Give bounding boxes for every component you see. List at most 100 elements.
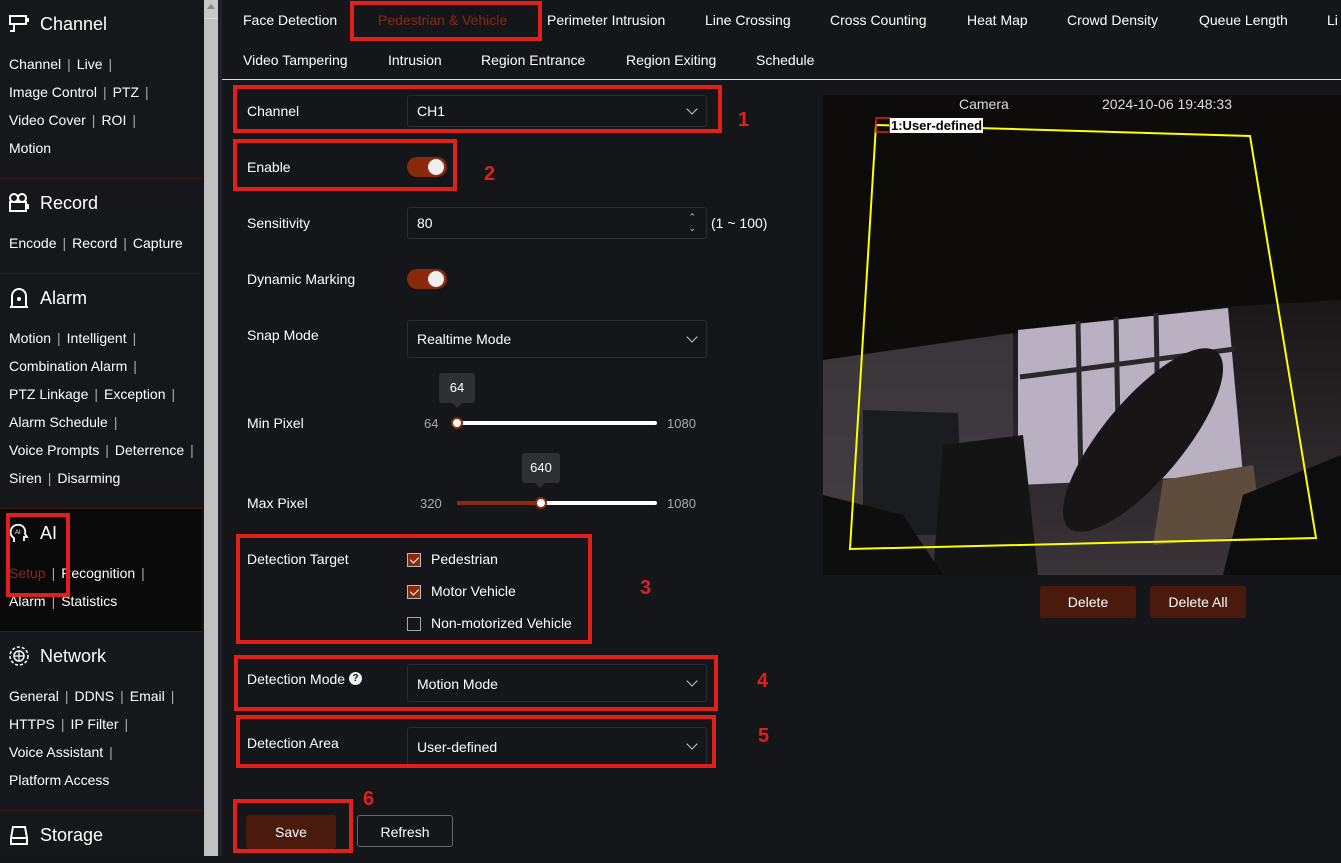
sidebar-section-title[interactable]: AI [40, 523, 57, 544]
min-pixel-label: Min Pixel [247, 415, 304, 431]
tab-region-exiting[interactable]: Region Exiting [626, 52, 716, 68]
save-button[interactable]: Save [246, 815, 336, 849]
sidebar-link-ptz-linkage[interactable]: PTZ Linkage [9, 386, 88, 402]
refresh-button[interactable]: Refresh [357, 815, 453, 847]
sidebar-link-deterrence[interactable]: Deterrence [115, 442, 184, 458]
detection-area-select[interactable]: User-defined [407, 727, 707, 765]
motor-vehicle-checkbox[interactable] [407, 585, 421, 599]
tab-line-crossing[interactable]: Line Crossing [705, 12, 791, 28]
tab-crowd-density[interactable]: Crowd Density [1067, 12, 1158, 28]
sidebar-link-live[interactable]: Live [77, 56, 103, 72]
detection-area-value: User-defined [417, 739, 498, 755]
annotation-number: 5 [758, 725, 770, 747]
tab-intrusion[interactable]: Intrusion [388, 52, 442, 68]
sidebar-link-alarm[interactable]: Alarm [9, 593, 46, 609]
sidebar-link-roi[interactable]: ROI [101, 112, 126, 128]
sidebar-link-https[interactable]: HTTPS [9, 716, 55, 732]
min-pixel-track[interactable] [457, 421, 657, 425]
sidebar-section-title[interactable]: Network [40, 646, 106, 667]
tab-line-truncated[interactable]: Li [1327, 12, 1338, 28]
tab-face-detection[interactable]: Face Detection [243, 12, 337, 28]
scrollbar-thumb[interactable] [204, 18, 218, 856]
sidebar-link-intelligent[interactable]: Intelligent [67, 330, 127, 346]
pedestrian-label[interactable]: Pedestrian [431, 551, 498, 567]
max-pixel-min: 320 [420, 496, 442, 511]
sidebar-link-motion[interactable]: Motion [9, 330, 51, 346]
sidebar-link-alarm-schedule[interactable]: Alarm Schedule [9, 414, 108, 430]
sensitivity-input[interactable]: 80 ⌃ ⌄ [407, 207, 707, 239]
sidebar-link-motion[interactable]: Motion [9, 140, 51, 156]
sidebar-link-disarming[interactable]: Disarming [57, 470, 120, 486]
snap-mode-select[interactable]: Realtime Mode [407, 320, 707, 358]
sidebar-link-channel[interactable]: Channel [9, 56, 61, 72]
sidebar-link-ddns[interactable]: DDNS [74, 688, 114, 704]
sidebar-link-statistics[interactable]: Statistics [61, 593, 117, 609]
tab-heat-map[interactable]: Heat Map [967, 12, 1028, 28]
sidebar-link-voice-assistant[interactable]: Voice Assistant [9, 744, 103, 760]
stepper-arrows-icon[interactable]: ⌃ ⌄ [688, 208, 696, 234]
sidebar-link-video-cover[interactable]: Video Cover [9, 112, 86, 128]
camera-preview[interactable]: Camera 2024-10-06 19:48:33 1:User-define… [823, 95, 1341, 575]
tab-video-tampering[interactable]: Video Tampering [243, 52, 348, 68]
max-pixel-track[interactable] [457, 501, 657, 505]
sidebar-section-title[interactable]: Storage [40, 825, 103, 846]
sidebar-link-combination-alarm[interactable]: Combination Alarm [9, 358, 127, 374]
non-motorized-vehicle-checkbox[interactable] [407, 617, 421, 631]
sidebar-link-ip-filter[interactable]: IP Filter [71, 716, 119, 732]
sidebar-section-title[interactable]: Alarm [40, 288, 87, 309]
chevron-down-icon [686, 675, 698, 687]
sidebar-link-capture[interactable]: Capture [133, 235, 183, 251]
motor-vehicle-label[interactable]: Motor Vehicle [431, 583, 516, 599]
sidebar-link-ptz[interactable]: PTZ [113, 84, 139, 100]
sidebar-links: Channel | Live | Image Control | PTZ | Video C… [9, 56, 149, 156]
sidebar-section-title[interactable]: Record [40, 193, 98, 214]
tab-cross-counting[interactable]: Cross Counting [830, 12, 927, 28]
delete-button[interactable]: Delete [1040, 586, 1136, 618]
sidebar-section-title[interactable]: Channel [40, 14, 107, 35]
sidebar: Channel Channel | Live | Image Control | PTZ |… [0, 0, 202, 856]
sidebar-link-voice-prompts[interactable]: Voice Prompts [9, 442, 99, 458]
sidebar-link-image-control[interactable]: Image Control [9, 84, 97, 100]
pedestrian-checkbox[interactable] [407, 553, 421, 567]
sidebar-link-platform-access[interactable]: Platform Access [9, 772, 109, 788]
min-pixel-thumb[interactable] [451, 417, 463, 429]
question-circle-icon[interactable]: ? [349, 672, 362, 685]
tab-schedule[interactable]: Schedule [756, 52, 814, 68]
dynamic-marking-toggle[interactable] [407, 269, 447, 289]
chevron-down-icon [686, 103, 698, 115]
enable-toggle[interactable] [407, 157, 447, 177]
sidebar-link-email[interactable]: Email [130, 688, 165, 704]
region-label: 1:User-defined [890, 118, 984, 133]
annotation-number: 6 [363, 788, 375, 810]
sidebar-section-ai: AI AI Setup | Recognition | Alarm | Statistics [0, 509, 202, 632]
sidebar-link-setup[interactable]: Setup [9, 565, 46, 581]
enable-label: Enable [247, 159, 291, 175]
sidebar-link-record[interactable]: Record [72, 235, 117, 251]
max-pixel-max: 1080 [667, 496, 696, 511]
non-motorized-vehicle-label[interactable]: Non-motorized Vehicle [431, 615, 572, 631]
max-pixel-thumb[interactable] [535, 497, 547, 509]
sidebar-section-record: Record Encode | Record | Capture [0, 179, 202, 274]
min-pixel-tooltip: 64 [439, 373, 475, 408]
detection-mode-select[interactable]: Motion Mode [407, 664, 707, 702]
max-pixel-tooltip: 640 [522, 453, 560, 488]
delete-all-button[interactable]: Delete All [1150, 586, 1246, 618]
scroll-up-arrow-icon[interactable] [207, 4, 215, 9]
channel-value: CH1 [417, 103, 446, 119]
sidebar-link-siren[interactable]: Siren [9, 470, 42, 486]
dynamic-marking-label: Dynamic Marking [247, 271, 356, 287]
sidebar-link-general[interactable]: General [9, 688, 59, 704]
video-recorder-icon [9, 193, 29, 212]
sidebar-link-exception[interactable]: Exception [104, 386, 165, 402]
sidebar-link-encode[interactable]: Encode [9, 235, 56, 251]
min-pixel-min: 64 [424, 416, 439, 431]
sidebar-link-recognition[interactable]: Recognition [61, 565, 135, 581]
tab-region-entrance[interactable]: Region Entrance [481, 52, 585, 68]
tab-queue-length[interactable]: Queue Length [1199, 12, 1288, 28]
channel-select[interactable]: CH1 [407, 95, 707, 127]
tab-pedestrian-vehicle[interactable]: Pedestrian & Vehicle [378, 12, 507, 28]
sidebar-section-network: Network General | DDNS | Email | HTTPS | IP Fil… [0, 632, 202, 811]
sidebar-scrollbar[interactable] [204, 0, 218, 856]
tab-perimeter-intrusion[interactable]: Perimeter Intrusion [547, 12, 665, 28]
camera-icon [9, 15, 29, 32]
